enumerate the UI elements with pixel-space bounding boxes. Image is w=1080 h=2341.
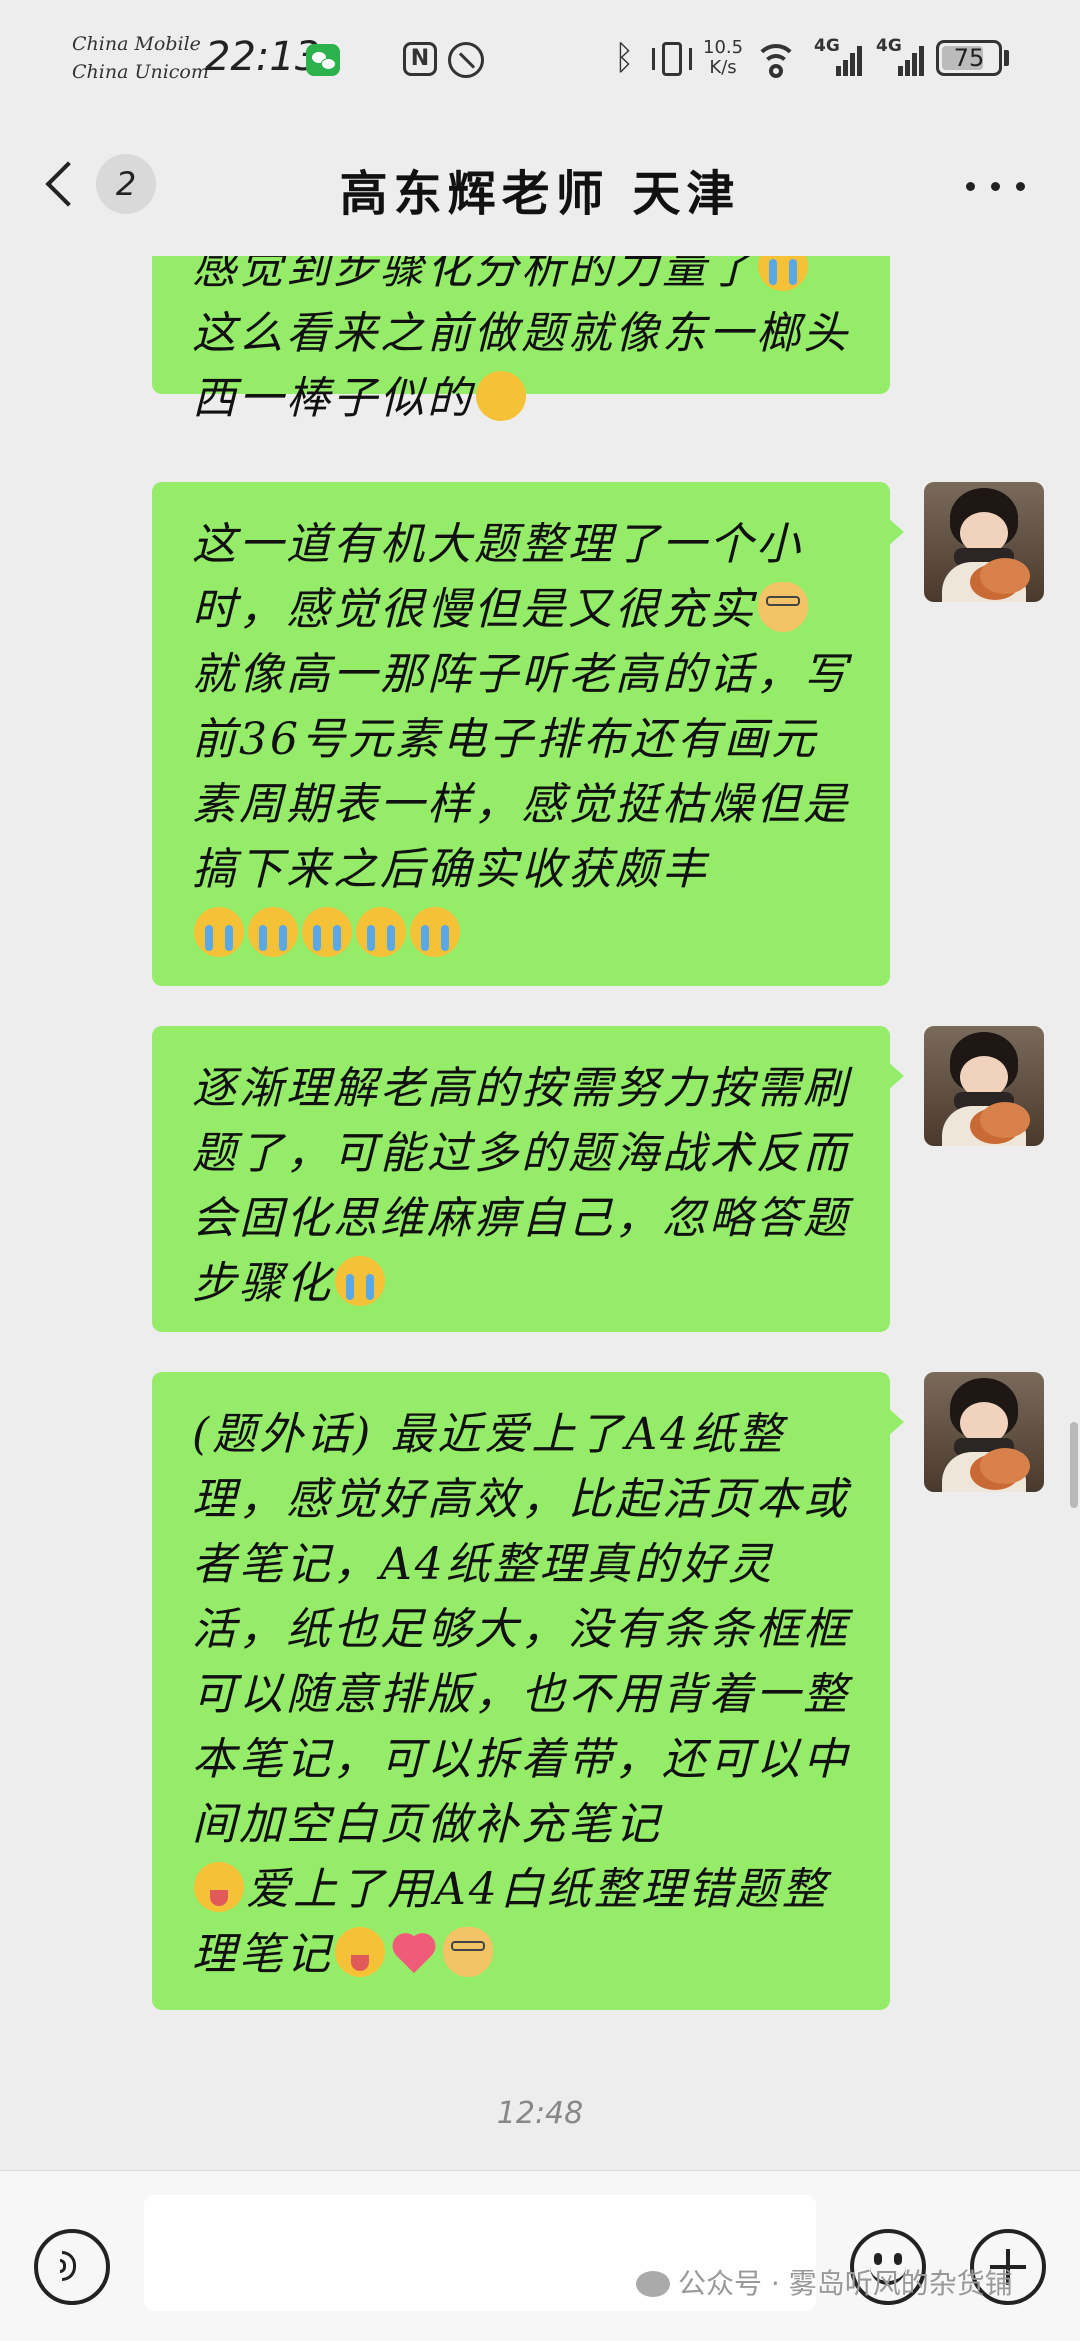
loudly-crying-emoji-icon <box>410 907 460 957</box>
message-text: 逐渐理解老高的按需努力按需刷题了，可能过多的题海战术反而会固化思维麻痹自己，忽略… <box>192 1063 850 1309</box>
loudly-crying-emoji-icon <box>194 907 244 957</box>
message-bubble[interactable]: 感觉到步骤化分析的力量了 这么看来之前做题就像东一榔头西一棒子似的 <box>152 256 890 424</box>
loudly-crying-emoji-icon <box>758 256 808 291</box>
chat-header: 2 高东辉老师 天津 <box>0 120 1080 256</box>
heart-emoji-icon <box>389 1927 439 1977</box>
bubble-tail <box>888 518 904 546</box>
doge-emoji-icon <box>758 582 808 632</box>
watermark: 公众号 · 雾岛听风的杂货铺 <box>636 2262 1013 2302</box>
loudly-crying-emoji-icon <box>356 907 406 957</box>
battery-percent: 75 <box>953 44 985 72</box>
loudly-crying-emoji-icon <box>302 907 352 957</box>
vibrate-icon <box>650 40 694 78</box>
avatar[interactable] <box>924 482 1044 602</box>
voice-icon[interactable] <box>34 2229 110 2305</box>
message-text: 感觉到步骤化分析的力量了 <box>192 256 756 294</box>
message-bubble[interactable]: 这一道有机大题整理了一个小时，感觉很慢但是又很充实就像高一那阵子听老高的话，写前… <box>152 482 904 986</box>
battery-icon: 75 <box>936 40 1002 76</box>
status-time: 22:13 <box>205 34 321 80</box>
message-bubble[interactable]: (题外话) 最近爱上了A4纸整理，感觉好高效，比起活页本或者笔记，A4纸整理真的… <box>152 1372 904 2010</box>
avatar[interactable] <box>924 1372 1044 1492</box>
message-timestamp: 12:48 <box>496 2096 584 2131</box>
nfc-icon: N <box>403 42 437 76</box>
avatar[interactable] <box>924 1026 1044 1146</box>
message-text: 就像高一那阵子听老高的话，写前36号元素电子排布还有画元素周期表一样，感觉挺枯燥… <box>192 649 850 895</box>
message-text: 这一道有机大题整理了一个小时，感觉很慢但是又很充实 <box>192 519 803 635</box>
tongue-out-emoji-icon <box>335 1927 385 1977</box>
network-speed-unit: K/s <box>709 57 737 78</box>
chat-title: 高东辉老师 天津 <box>339 166 741 222</box>
network-speed: 10.5 K/s <box>703 38 743 78</box>
doge-emoji-icon <box>443 1927 493 1977</box>
status-bar: China Mobile China Unicom 22:13 N ᛒ 10.5… <box>0 0 1080 120</box>
watermark-text: 公众号 · 雾岛听风的杂货铺 <box>678 2267 1013 2300</box>
message-list[interactable]: 感觉到步骤化分析的力量了 这么看来之前做题就像东一榔头西一棒子似的 这一道有机大… <box>0 256 1080 2170</box>
bluetooth-icon: ᛒ <box>614 38 635 78</box>
wifi-icon <box>754 40 798 78</box>
input-bar <box>0 2170 1080 2341</box>
signal-icon: 4G <box>814 36 862 78</box>
message-text: 爱上了用A4白纸整理错题整理笔记 <box>192 1864 829 1980</box>
carrier-names: China Mobile China Unicom <box>72 30 209 86</box>
network-speed-value: 10.5 <box>703 37 744 58</box>
bubble-tail <box>888 1062 904 1090</box>
tongue-out-emoji-icon <box>194 1862 244 1912</box>
sneezing-emoji-icon <box>476 371 526 421</box>
loudly-crying-emoji-icon <box>248 907 298 957</box>
carrier-1: China Mobile <box>72 33 201 55</box>
battery-tip <box>1004 50 1009 66</box>
message-text: (题外话) 最近爱上了A4纸整理，感觉好高效，比起活页本或者笔记，A4纸整理真的… <box>192 1409 850 1850</box>
loudly-crying-emoji-icon <box>335 1256 385 1306</box>
scrollbar[interactable] <box>1070 1422 1078 1508</box>
carrier-2: China Unicom <box>72 61 209 83</box>
wechat-official-account-icon <box>636 2271 670 2297</box>
signal-icon: 4G <box>876 36 924 78</box>
wechat-notification-icon <box>306 44 340 76</box>
bubble-tail <box>888 1408 904 1436</box>
message-bubble[interactable]: 逐渐理解老高的按需努力按需刷题了，可能过多的题海战术反而会固化思维麻痹自己，忽略… <box>152 1026 904 1332</box>
more-icon[interactable] <box>966 182 1026 192</box>
alarm-icon <box>448 42 484 78</box>
